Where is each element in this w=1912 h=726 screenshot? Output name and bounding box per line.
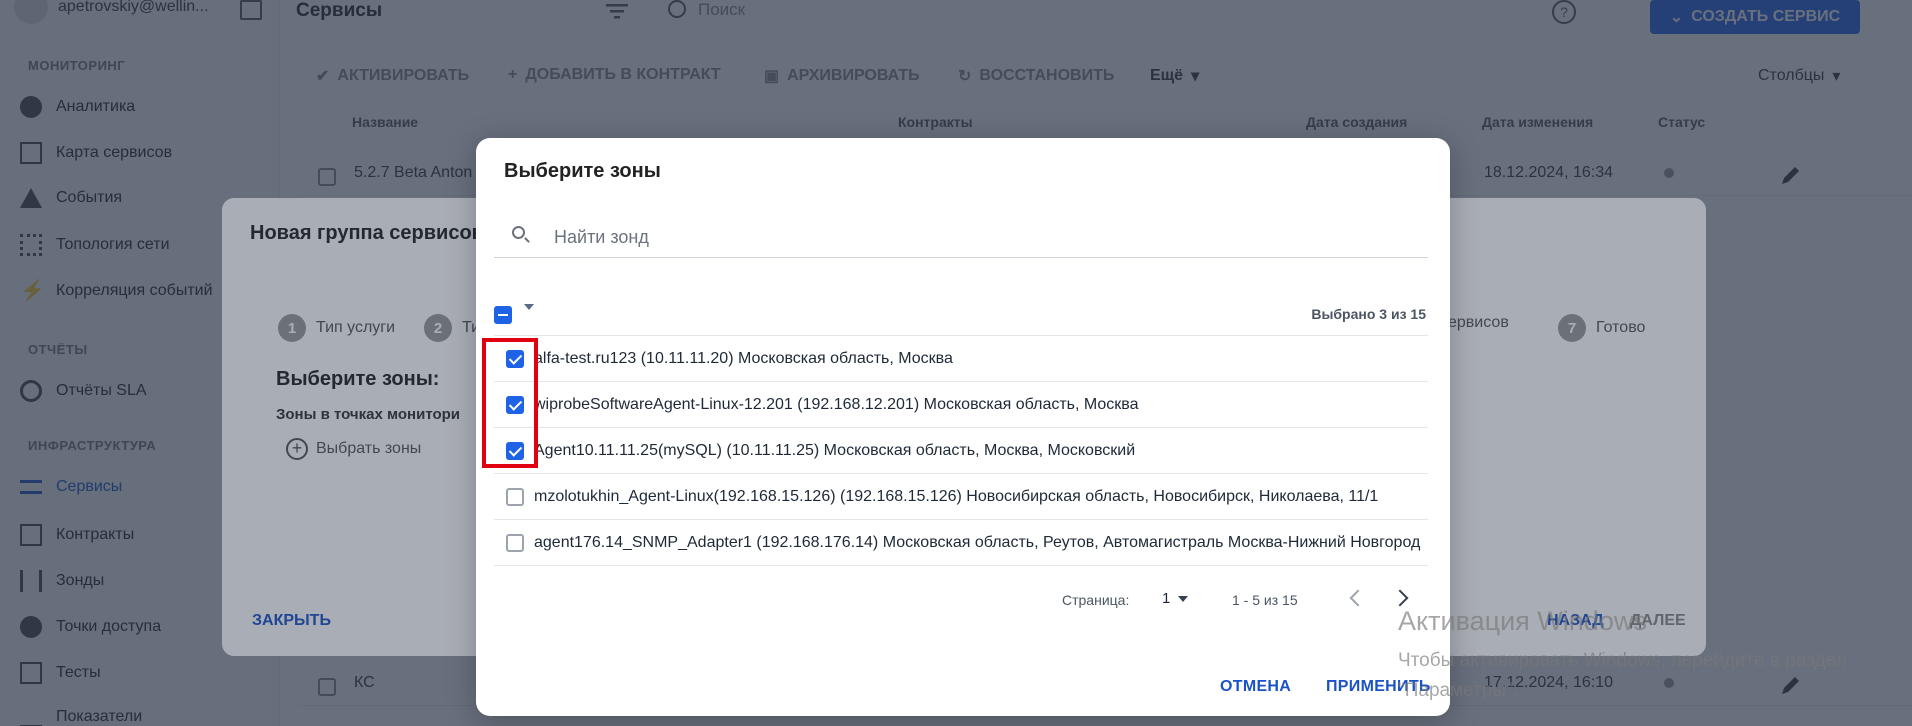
list-item[interactable]: alfa-test.ru123 (10.11.11.20) Московская… — [494, 336, 1428, 382]
chevron-right-icon[interactable] — [1391, 589, 1409, 607]
windows-watermark-subtitle: Чтобы активировать Windows, перейдите в … — [1398, 650, 1847, 701]
list-item[interactable]: wiprobeSoftwareAgent-Linux-12.201 (192.1… — [494, 382, 1428, 428]
pagination: Страница: 1 1 - 5 из 15 — [476, 584, 1450, 614]
zone-search-input[interactable] — [554, 224, 1394, 250]
windows-watermark-title: Активация Windows — [1398, 606, 1647, 636]
zone-label: Agent10.11.11.25(mySQL) (10.11.11.25) Мо… — [534, 442, 1136, 459]
search-icon — [512, 226, 525, 239]
zone-label: agent176.14_SNMP_Adapter1 (192.168.176.1… — [534, 534, 1421, 551]
page-value: 1 — [1162, 590, 1171, 607]
cancel-button[interactable]: ОТМЕНА — [1220, 678, 1291, 696]
selected-count: Выбрано 3 из 15 — [1311, 306, 1426, 322]
zone-label: wiprobeSoftwareAgent-Linux-12.201 (192.1… — [534, 396, 1139, 413]
zone-search — [494, 216, 1428, 258]
zone-label: alfa-test.ru123 (10.11.11.20) Московская… — [534, 350, 953, 367]
list-item[interactable]: Agent10.11.11.25(mySQL) (10.11.11.25) Мо… — [494, 428, 1428, 474]
choose-zones-dialog: Выберите зоны Выбрано 3 из 15 alfa-test.… — [476, 138, 1450, 716]
zone-checkbox[interactable] — [506, 488, 524, 506]
list-item[interactable]: mzolotukhin_Agent-Linux(192.168.15.126) … — [494, 474, 1428, 520]
list-header: Выбрано 3 из 15 — [494, 294, 1428, 336]
zone-checkbox[interactable] — [506, 534, 524, 552]
annotation-highlight-box — [482, 338, 538, 468]
list-item[interactable]: agent176.14_SNMP_Adapter1 (192.168.176.1… — [494, 520, 1428, 566]
zone-label: mzolotukhin_Agent-Linux(192.168.15.126) … — [534, 488, 1379, 505]
select-all-checkbox[interactable] — [494, 306, 512, 324]
page-select[interactable]: 1 — [1162, 590, 1189, 607]
page-range: 1 - 5 из 15 — [1232, 592, 1298, 608]
chevron-left-icon[interactable] — [1349, 589, 1367, 607]
dialog-title: Выберите зоны — [504, 160, 661, 182]
page-label: Страница: — [1062, 592, 1130, 608]
caret-down-icon — [1178, 595, 1189, 602]
caret-down-icon[interactable] — [524, 304, 534, 310]
